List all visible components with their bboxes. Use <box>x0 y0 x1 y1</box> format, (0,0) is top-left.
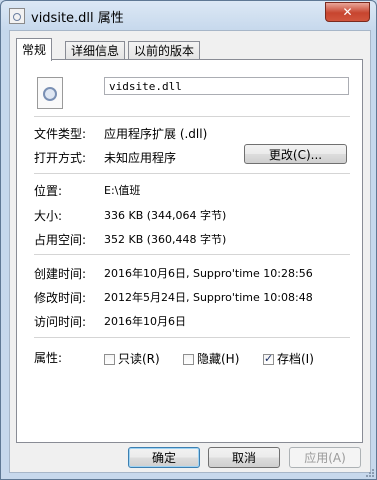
size-on-disk-label: 占用空间: <box>34 233 87 247</box>
archive-checkbox-box[interactable] <box>263 352 274 365</box>
tab-details[interactable]: 详细信息 <box>65 41 126 60</box>
divider <box>34 116 350 117</box>
close-button[interactable]: ✕ <box>325 2 370 22</box>
readonly-checkbox-label: 只读(R) <box>118 352 160 366</box>
archive-checkbox[interactable]: 存档(I) <box>263 350 314 367</box>
opens-with-value: 未知应用程序 <box>104 151 177 165</box>
tab-general[interactable]: 常规 <box>16 38 53 61</box>
modified-value: 2012年5月24日, Suppro'time 10:08:48 <box>104 291 313 304</box>
tab-previous-versions[interactable]: 以前的版本 <box>128 41 201 60</box>
dll-file-icon <box>37 77 63 109</box>
modified-label: 修改时间: <box>34 291 87 305</box>
location-label: 位置: <box>34 184 63 198</box>
hidden-checkbox-label: 隐藏(H) <box>197 352 240 366</box>
cancel-button[interactable]: 取消 <box>208 447 280 468</box>
hidden-checkbox-box[interactable] <box>183 354 194 365</box>
divider <box>34 173 350 174</box>
ok-button[interactable]: 确定 <box>128 447 200 468</box>
resize-grip-icon[interactable] <box>364 467 374 477</box>
general-panel: vidsite.dll 文件类型: 应用程序扩展 (.dll) 打开方式: 未知… <box>16 59 363 443</box>
apply-button[interactable]: 应用(A) <box>289 447 361 468</box>
archive-checkbox-label: 存档(I) <box>277 352 314 366</box>
file-type-value: 应用程序扩展 (.dll) <box>104 127 208 141</box>
created-label: 创建时间: <box>34 267 87 281</box>
properties-window: vidsite.dll 属性 ✕ 常规 详细信息 以前的版本 vidsite.d… <box>0 0 377 480</box>
attributes-label: 属性: <box>34 351 63 365</box>
hidden-checkbox[interactable]: 隐藏(H) <box>183 350 239 367</box>
accessed-value: 2016年10月6日 <box>104 315 186 328</box>
size-on-disk-value: 352 KB (360,448 字节) <box>104 233 227 246</box>
readonly-checkbox-box[interactable] <box>104 354 115 365</box>
window-title: vidsite.dll 属性 <box>31 11 124 26</box>
size-label: 大小: <box>34 209 63 223</box>
file-name-field[interactable]: vidsite.dll <box>104 77 349 95</box>
dialog-client: 常规 详细信息 以前的版本 vidsite.dll 文件类型: 应用程序扩展 (… <box>9 30 371 473</box>
dll-file-icon <box>9 8 25 24</box>
location-value: E:\值班 <box>104 184 141 197</box>
size-value: 336 KB (344,064 字节) <box>104 209 227 222</box>
accessed-label: 访问时间: <box>34 315 87 329</box>
file-type-label: 文件类型: <box>34 127 87 141</box>
change-button[interactable]: 更改(C)... <box>244 144 347 164</box>
divider <box>34 254 350 255</box>
divider <box>34 337 350 338</box>
title-bar[interactable]: vidsite.dll 属性 ✕ <box>1 1 376 29</box>
readonly-checkbox[interactable]: 只读(R) <box>104 350 160 367</box>
opens-with-label: 打开方式: <box>34 151 87 165</box>
created-value: 2016年10月6日, Suppro'time 10:28:56 <box>104 267 313 280</box>
